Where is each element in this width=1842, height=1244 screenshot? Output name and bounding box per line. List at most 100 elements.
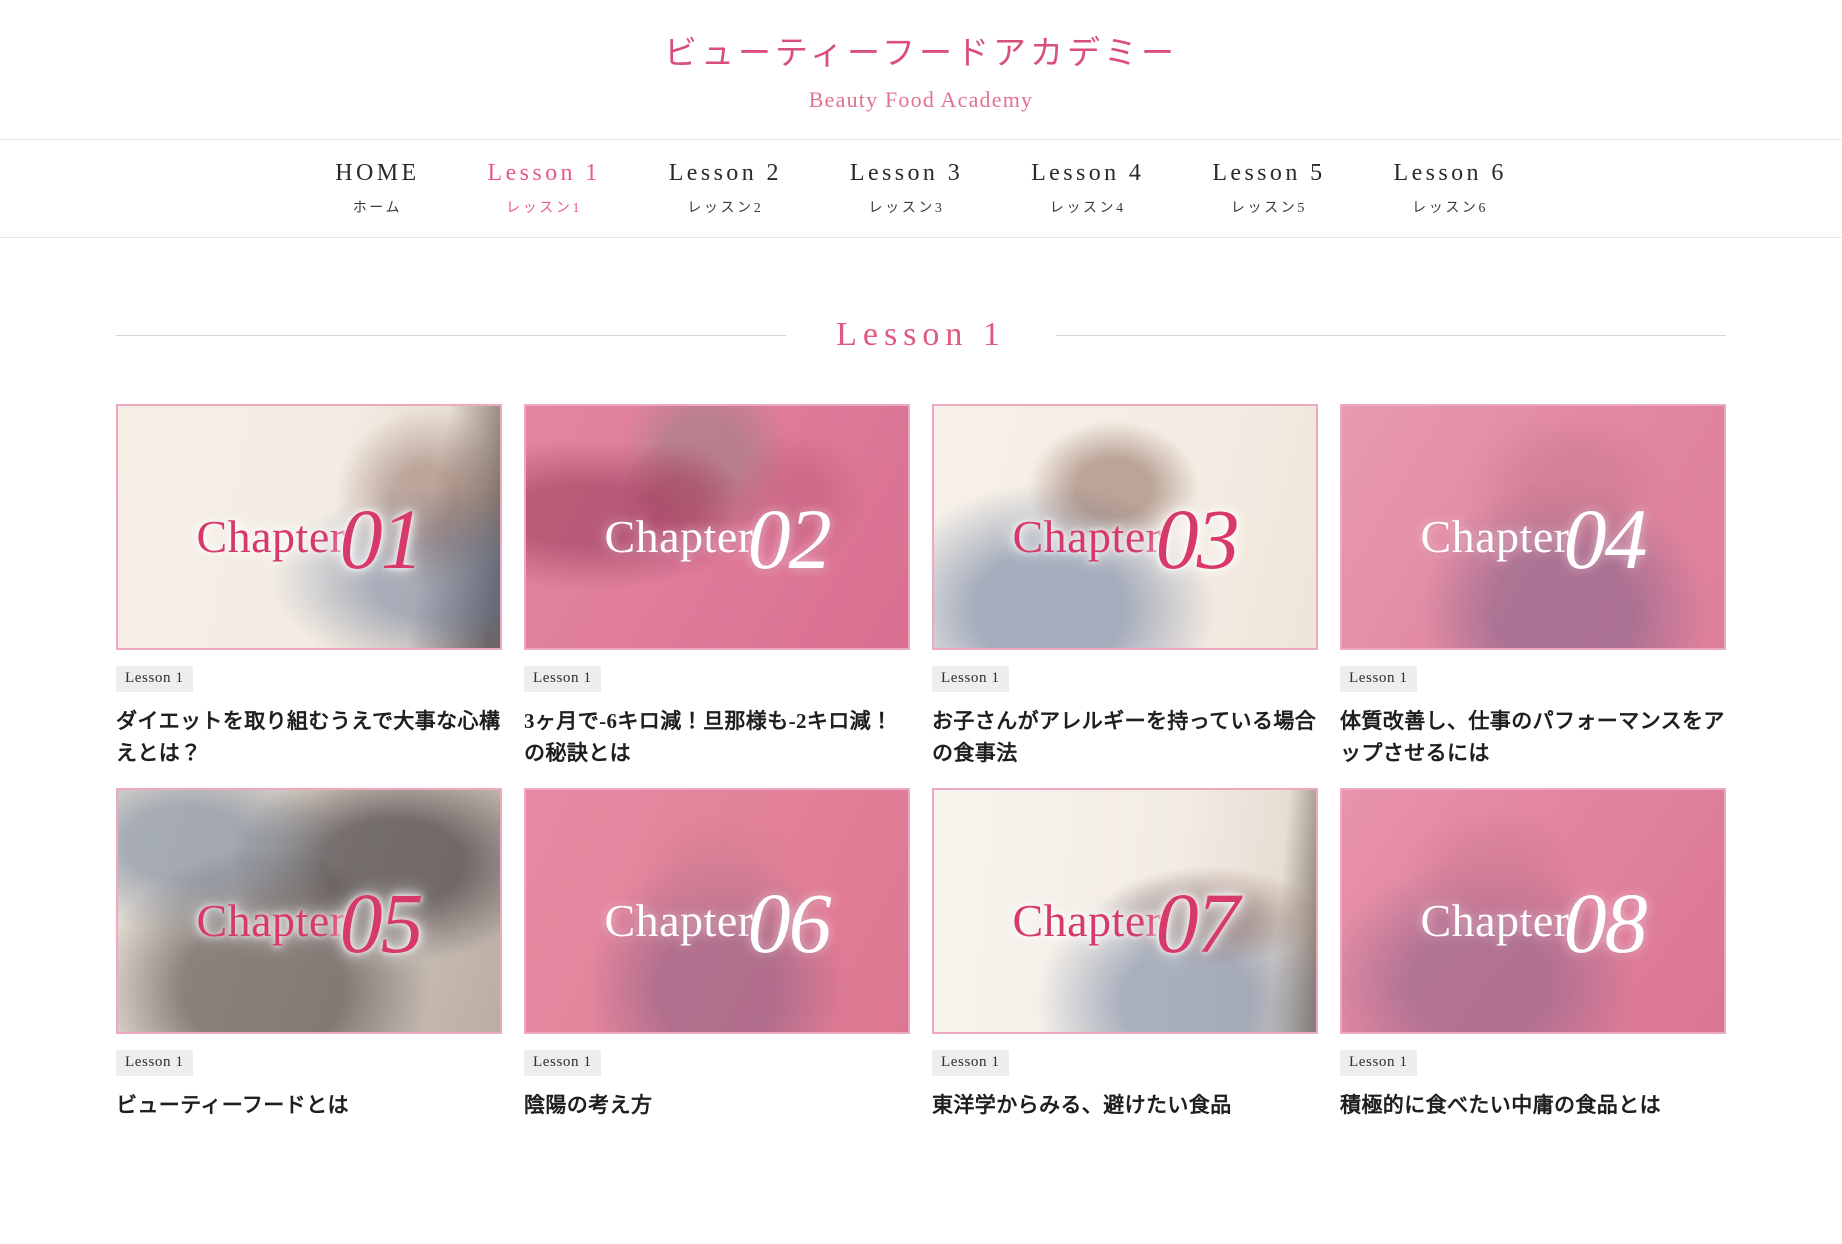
nav-item-label-en: Lesson 4: [1031, 160, 1145, 187]
nav-item-label-ja: レッスン4: [1049, 201, 1126, 217]
chapter-label: Chapter 04: [1420, 473, 1647, 587]
nav-item-lesson-5[interactable]: Lesson 5 レッスン5: [1178, 160, 1359, 217]
chapter-card[interactable]: Chapter 04 Lesson 1 体質改善し、仕事のパフォーマンスをアップさせる…: [1340, 404, 1726, 770]
chapter-thumbnail[interactable]: Chapter 04: [1340, 404, 1726, 651]
nav-item-lesson-2[interactable]: Lesson 2 レッスン2: [635, 160, 816, 217]
chapter-label: Chapter 07: [1012, 857, 1239, 971]
chapter-card[interactable]: Chapter 01 Lesson 1 ダイエットを取り組むうえで大事な心構えとは？: [116, 404, 502, 770]
chapter-card[interactable]: Chapter 07 Lesson 1 東洋学からみる、避けたい食品: [932, 788, 1318, 1122]
chapter-thumbnail-overlay: Chapter 01: [118, 406, 500, 648]
section-rule-right: [1055, 334, 1727, 336]
chapter-card[interactable]: Chapter 06 Lesson 1 陰陽の考え方: [524, 788, 910, 1122]
chapter-label: Chapter 05: [196, 857, 423, 971]
chapter-number: 01: [339, 491, 424, 588]
chapter-card-meta: Lesson 1 お子さんがアレルギーを持っている場合の食事法: [932, 650, 1318, 770]
chapter-card-title[interactable]: ビューティーフードとは: [116, 1090, 502, 1122]
chapter-number: 02: [747, 491, 832, 588]
section-heading: Lesson 1: [116, 316, 1727, 354]
section-title: Lesson 1: [836, 316, 1006, 354]
chapter-word: Chapter: [196, 511, 346, 563]
chapter-card-title[interactable]: ダイエットを取り組むうえで大事な心構えとは？: [116, 706, 502, 770]
nav-item-label-en: Lesson 3: [849, 160, 964, 187]
nav-item-home[interactable]: HOME ホーム: [301, 160, 453, 217]
page-root: ビューティーフードアカデミー Beauty Food Academy HOME ホ…: [0, 0, 1842, 1244]
chapter-thumbnail-overlay: Chapter 03: [934, 406, 1316, 648]
nav-item-label-ja: レッスン6: [1412, 201, 1489, 217]
chapter-word: Chapter: [1420, 895, 1570, 947]
chapter-word: Chapter: [1012, 895, 1162, 947]
lesson-badge: Lesson 1: [932, 666, 1009, 693]
chapter-word: Chapter: [604, 895, 754, 947]
section-rule-left: [116, 334, 787, 336]
nav-item-lesson-6[interactable]: Lesson 6 レッスン6: [1360, 160, 1541, 217]
lesson-badge: Lesson 1: [1340, 666, 1417, 693]
site-title-en: Beauty Food Academy: [808, 87, 1034, 113]
chapter-number: 07: [1155, 875, 1240, 972]
chapter-label: Chapter 02: [604, 473, 831, 587]
chapter-word: Chapter: [196, 895, 346, 947]
chapter-thumbnail-overlay: Chapter 08: [1342, 790, 1724, 1032]
chapter-thumbnail-overlay: Chapter 04: [1342, 406, 1724, 648]
nav-item-label-ja: レッスン5: [1230, 201, 1307, 217]
chapter-card-title[interactable]: お子さんがアレルギーを持っている場合の食事法: [932, 706, 1318, 770]
chapter-card-title[interactable]: 積極的に食べたい中庸の食品とは: [1340, 1090, 1726, 1122]
nav-item-label-en: HOME: [335, 160, 420, 187]
nav-item-label-ja: レッスン1: [506, 201, 583, 217]
chapter-card[interactable]: Chapter 03 Lesson 1 お子さんがアレルギーを持っている場合の食事法: [932, 404, 1318, 770]
lesson-badge: Lesson 1: [524, 1050, 601, 1077]
chapter-thumbnail[interactable]: Chapter 03: [932, 404, 1318, 651]
lesson-badge: Lesson 1: [116, 1050, 193, 1077]
chapter-word: Chapter: [604, 511, 754, 563]
nav-item-label-ja: レッスン3: [868, 201, 945, 217]
nav-item-label-en: Lesson 5: [1212, 160, 1326, 187]
chapter-thumbnail-overlay: Chapter 05: [118, 790, 500, 1032]
nav-item-label-en: Lesson 1: [487, 160, 601, 187]
chapter-word: Chapter: [1420, 511, 1570, 563]
chapter-thumbnail[interactable]: Chapter 05: [116, 788, 502, 1035]
chapter-thumbnail[interactable]: Chapter 02: [524, 404, 910, 651]
chapter-number: 03: [1155, 491, 1240, 588]
chapter-number: 08: [1563, 875, 1648, 972]
site-header: ビューティーフードアカデミー Beauty Food Academy: [0, 0, 1842, 141]
chapter-number: 04: [1563, 491, 1648, 588]
chapter-thumbnail[interactable]: Chapter 06: [524, 788, 910, 1035]
chapter-label: Chapter 01: [196, 473, 423, 587]
chapter-card-meta: Lesson 1 陰陽の考え方: [524, 1034, 910, 1122]
chapter-card[interactable]: Chapter 05 Lesson 1 ビューティーフードとは: [116, 788, 502, 1122]
main-nav: HOME ホーム Lesson 1 レッスン1 Lesson 2 レッスン2 Lesson …: [0, 140, 1842, 239]
nav-item-label-en: Lesson 2: [668, 160, 782, 187]
nav-item-lesson-4[interactable]: Lesson 4 レッスン4: [997, 160, 1178, 217]
chapter-label: Chapter 06: [604, 857, 831, 971]
chapter-number: 05: [339, 875, 424, 972]
chapter-word: Chapter: [1012, 511, 1162, 563]
nav-list: HOME ホーム Lesson 1 レッスン1 Lesson 2 レッスン2 Lesson …: [301, 160, 1540, 217]
chapter-thumbnail-overlay: Chapter 07: [934, 790, 1316, 1032]
nav-item-lesson-1[interactable]: Lesson 1 レッスン1: [454, 160, 635, 217]
nav-item-label-ja: ホーム: [352, 201, 403, 217]
chapter-card[interactable]: Chapter 08 Lesson 1 積極的に食べたい中庸の食品とは: [1340, 788, 1726, 1122]
chapter-card-meta: Lesson 1 体質改善し、仕事のパフォーマンスをアップさせるには: [1340, 650, 1726, 770]
chapter-card[interactable]: Chapter 02 Lesson 1 3ヶ月で-6キロ減！旦那様も-2キロ減！の秘訣…: [524, 404, 910, 770]
nav-item-lesson-3[interactable]: Lesson 3 レッスン3: [816, 160, 997, 217]
chapter-card-meta: Lesson 1 積極的に食べたい中庸の食品とは: [1340, 1034, 1726, 1122]
lesson-badge: Lesson 1: [932, 1050, 1009, 1077]
chapter-thumbnail[interactable]: Chapter 01: [116, 404, 502, 651]
lesson-badge: Lesson 1: [116, 666, 193, 693]
chapter-card-meta: Lesson 1 3ヶ月で-6キロ減！旦那様も-2キロ減！の秘訣とは: [524, 650, 910, 770]
chapter-card-meta: Lesson 1 東洋学からみる、避けたい食品: [932, 1034, 1318, 1122]
chapter-card-meta: Lesson 1 ダイエットを取り組むうえで大事な心構えとは？: [116, 650, 502, 770]
chapter-card-title[interactable]: 陰陽の考え方: [524, 1090, 910, 1122]
chapter-thumbnail-overlay: Chapter 06: [526, 790, 908, 1032]
chapter-thumbnail[interactable]: Chapter 08: [1340, 788, 1726, 1035]
chapter-thumbnail[interactable]: Chapter 07: [932, 788, 1318, 1035]
chapter-number: 06: [747, 875, 832, 972]
chapter-thumbnail-overlay: Chapter 02: [526, 406, 908, 648]
chapter-label: Chapter 03: [1012, 473, 1239, 587]
nav-item-label-ja: レッスン2: [687, 201, 764, 217]
chapter-card-title[interactable]: 東洋学からみる、避けたい食品: [932, 1090, 1318, 1122]
lesson-badge: Lesson 1: [524, 666, 601, 693]
chapter-card-title[interactable]: 体質改善し、仕事のパフォーマンスをアップさせるには: [1340, 706, 1726, 770]
chapter-card-title[interactable]: 3ヶ月で-6キロ減！旦那様も-2キロ減！の秘訣とは: [524, 706, 910, 770]
chapter-card-grid: Chapter 01 Lesson 1 ダイエットを取り組むうえで大事な心構えとは？ C…: [116, 404, 1726, 1122]
chapter-label: Chapter 08: [1420, 857, 1647, 971]
